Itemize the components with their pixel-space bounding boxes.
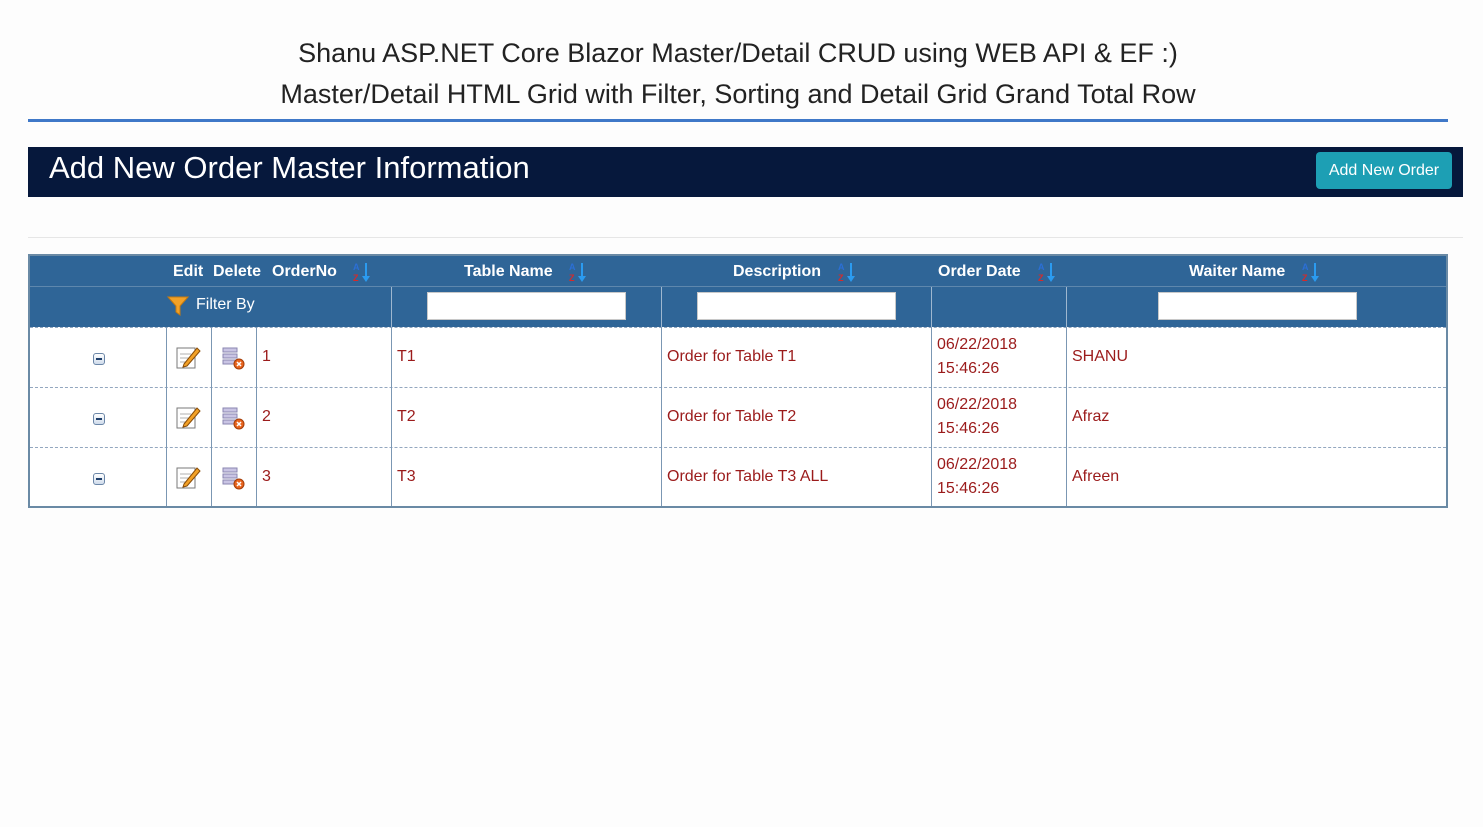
description-cell: Order for Table T1 [667,348,797,365]
waiter-name-cell: Afreen [1072,468,1120,485]
delete-icon[interactable] [221,346,245,370]
column-divider [391,327,392,506]
header-edit: Edit [173,263,204,280]
sort-order-no-icon[interactable]: AZ [352,261,372,283]
table-name-cell: T3 [397,468,416,485]
waiter-name-cell: SHANU [1072,348,1129,365]
column-divider [211,327,212,506]
sort-order-date-icon[interactable]: AZ [1037,261,1057,283]
column-divider [1066,327,1067,506]
header-order-no: OrderNo [272,263,337,280]
svg-text:A: A [1038,262,1045,272]
collapse-row-icon[interactable] [93,353,105,365]
svg-text:Z: Z [353,273,359,283]
order-time-cell: 15:46:26 [937,480,1000,497]
order-date-cell: 06/22/2018 [937,396,1018,413]
section-divider [28,237,1463,238]
order-time-cell: 15:46:26 [937,360,1000,377]
column-divider [256,327,257,506]
header-waiter-name: Waiter Name [1189,263,1286,280]
banner-title: Add New Order Master Information [49,150,530,185]
waiter-name-filter-input[interactable] [1158,292,1357,320]
collapse-row-icon[interactable] [93,413,105,425]
delete-icon[interactable] [221,406,245,430]
filter-separator [661,287,662,327]
header-description: Description [733,263,822,280]
funnel-icon [167,296,189,316]
table-name-cell: T1 [397,348,416,365]
order-master-grid: Edit Delete OrderNo AZ Table Name AZ Des… [28,254,1448,508]
description-filter-input[interactable] [697,292,896,320]
svg-text:A: A [353,262,360,272]
sort-table-name-icon[interactable]: AZ [568,261,588,283]
description-cell: Order for Table T2 [667,408,797,425]
description-cell: Order for Table T3 ALL [667,468,829,485]
header-order-date: Order Date [938,263,1021,280]
edit-icon[interactable] [175,404,201,430]
filter-by-label: Filter By [196,296,255,313]
filter-separator [391,287,392,327]
column-divider [166,327,167,506]
sort-waiter-name-icon[interactable]: AZ [1301,261,1321,283]
filter-separator [1066,287,1067,327]
edit-icon[interactable] [175,344,201,370]
page-subtitle: Master/Detail HTML Grid with Filter, Sor… [280,79,1196,109]
column-divider [931,327,932,506]
title-divider [28,119,1448,122]
order-date-cell: 06/22/2018 [937,456,1018,473]
column-divider [661,327,662,506]
collapse-row-icon[interactable] [93,473,105,485]
table-name-cell: T2 [397,408,416,425]
order-no-cell: 2 [262,408,271,425]
svg-text:Z: Z [569,273,575,283]
header-table-name: Table Name [464,263,553,280]
order-date-cell: 06/22/2018 [937,336,1018,353]
svg-text:A: A [1302,262,1309,272]
add-order-banner: Add New Order Master Information Add New… [28,147,1463,197]
svg-text:A: A [569,262,576,272]
order-time-cell: 15:46:26 [937,420,1000,437]
table-row[interactable]: 3 T3 Order for Table T3 ALL 06/22/2018 1… [30,447,1446,507]
order-no-cell: 1 [262,348,271,365]
svg-text:A: A [838,262,845,272]
sort-description-icon[interactable]: AZ [837,261,857,283]
delete-icon[interactable] [221,466,245,490]
waiter-name-cell: Afraz [1072,408,1110,425]
page-title: Shanu ASP.NET Core Blazor Master/Detail … [298,38,1178,68]
table-row[interactable]: 1 T1 Order for Table T1 06/22/2018 15:46… [30,327,1446,387]
table-name-filter-input[interactable] [427,292,626,320]
svg-text:Z: Z [1038,273,1044,283]
svg-text:Z: Z [1302,273,1308,283]
order-no-cell: 3 [262,468,271,485]
add-new-order-button[interactable]: Add New Order [1316,152,1452,189]
filter-separator [931,287,932,327]
header-delete: Delete [213,263,262,280]
edit-icon[interactable] [175,464,201,490]
grid-header: Edit Delete OrderNo AZ Table Name AZ Des… [30,256,1446,327]
table-row[interactable]: 2 T2 Order for Table T2 06/22/2018 15:46… [30,387,1446,447]
svg-text:Z: Z [838,273,844,283]
